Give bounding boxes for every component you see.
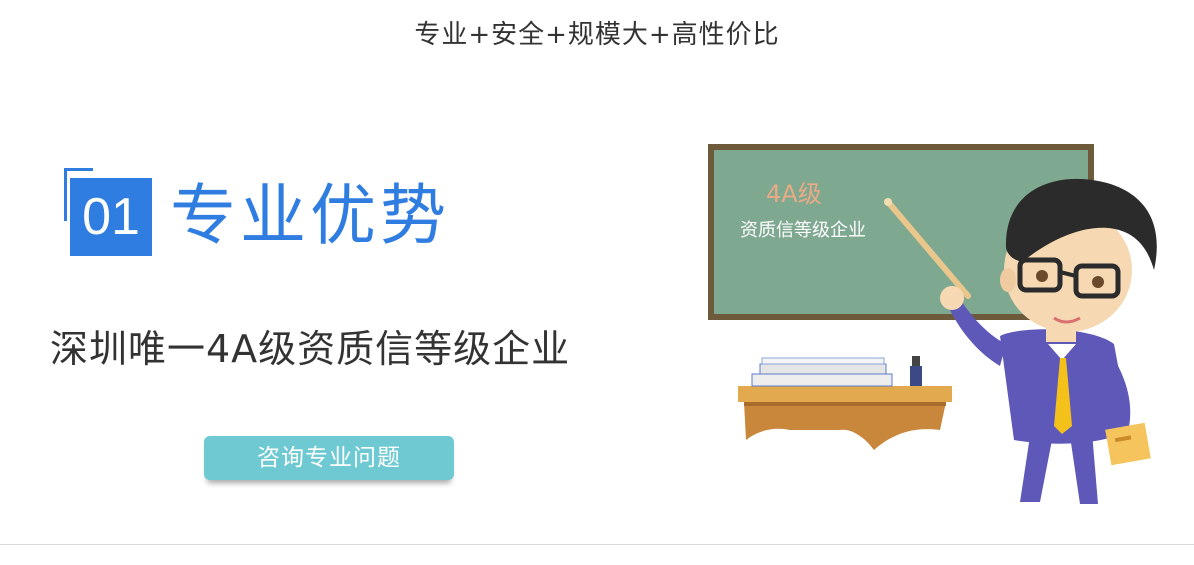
feature-subtitle: 深圳唯一4A级资质信等级企业 bbox=[50, 327, 571, 371]
teacher-illustration: 4A级 资质信等级企业 bbox=[700, 130, 1194, 530]
consult-button[interactable]: 咨询专业问题 bbox=[204, 436, 454, 480]
feature-number-badge: 01 bbox=[70, 178, 152, 256]
ink-bottle bbox=[910, 356, 922, 386]
board-text-qualification: 资质信等级企业 bbox=[740, 220, 866, 241]
desk bbox=[738, 386, 952, 450]
board-text-4a: 4A级 bbox=[766, 180, 822, 208]
tagline: 专业+安全+规模大+高性价比 bbox=[414, 20, 780, 50]
books bbox=[751, 357, 893, 387]
feature-title: 专业优势 bbox=[170, 177, 450, 254]
bottom-divider bbox=[0, 544, 1194, 545]
